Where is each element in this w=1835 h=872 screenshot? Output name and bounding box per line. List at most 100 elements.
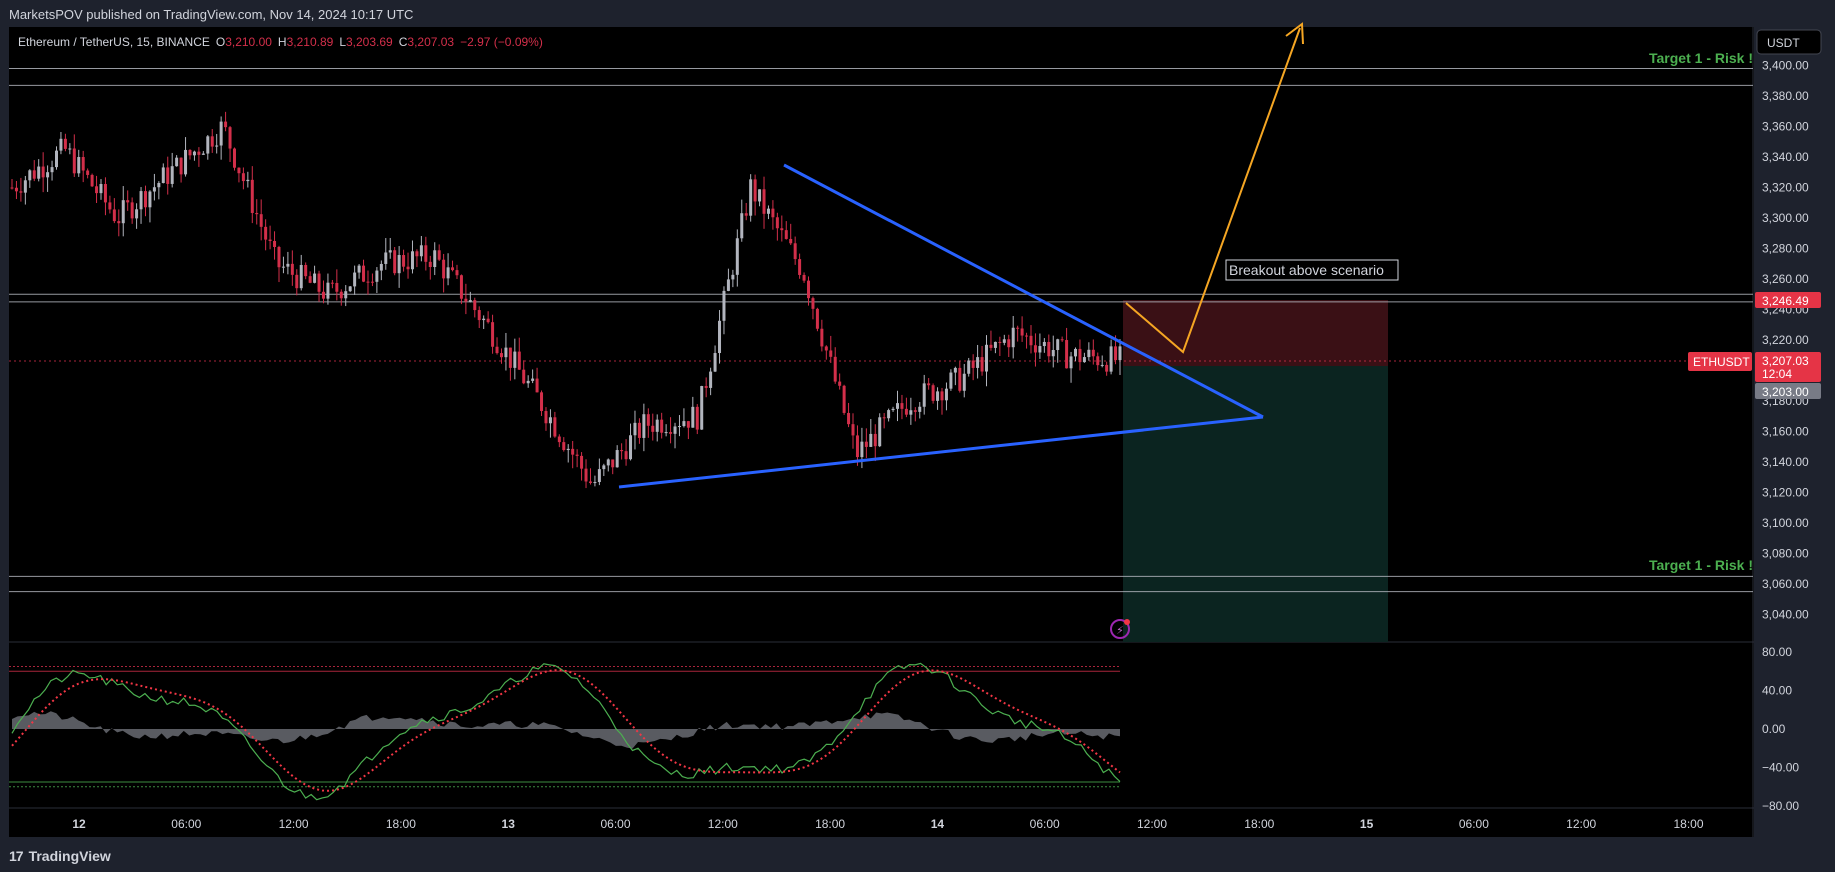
candle-body <box>815 308 819 329</box>
candle-body <box>775 217 779 229</box>
candle-body <box>375 270 379 282</box>
candle-body <box>46 172 50 178</box>
candle-body <box>651 425 655 432</box>
candle-body <box>597 469 601 483</box>
tradingview-footer[interactable]: 17 TradingView <box>9 846 111 866</box>
open-label: O <box>216 35 225 49</box>
candle-body <box>72 148 76 174</box>
oscillator-tick-label: 0.00 <box>1762 722 1786 736</box>
time-tick-label: 12:00 <box>1137 817 1167 831</box>
candle-body <box>860 441 864 458</box>
candle-body <box>415 251 419 257</box>
candle-body <box>1091 349 1095 357</box>
candle-body <box>237 167 241 174</box>
candle-body <box>584 468 588 482</box>
chart-canvas[interactable]: Breakout above scenario Target 1 - Risk … <box>0 0 1835 872</box>
candle-body <box>615 450 619 468</box>
candle-body <box>379 263 383 271</box>
candle-body <box>829 350 833 357</box>
candle-body <box>197 151 201 155</box>
candle-body <box>900 403 904 409</box>
candle-body <box>691 406 695 428</box>
candle-body <box>713 353 717 372</box>
candle-body <box>170 166 174 184</box>
candle-body <box>927 383 931 386</box>
candle-body <box>451 267 455 271</box>
oscillator-axis[interactable]: 80.00 40.00 0.00 −40.00 −80.00 <box>1762 645 1799 813</box>
candle-body <box>32 170 36 179</box>
candle-body <box>1047 341 1051 357</box>
candle-body <box>993 341 997 348</box>
candle-body <box>344 291 348 299</box>
candle-body <box>135 209 139 219</box>
oscillator-tick-label: 80.00 <box>1762 645 1792 659</box>
candle-body <box>121 200 125 224</box>
countdown-label: 12:04 <box>1762 367 1792 381</box>
candle-body <box>735 238 739 275</box>
price-axis[interactable]: 3,400.00 3,380.00 3,360.00 3,340.00 3,320.00… <box>1762 59 1809 622</box>
candle-body <box>281 266 285 268</box>
oscillator-tick-label: −80.00 <box>1762 799 1799 813</box>
candle-body <box>588 481 592 483</box>
price-tick-label: 3,080.00 <box>1762 547 1809 561</box>
candle-body <box>985 344 989 372</box>
candle-body <box>201 153 205 155</box>
candle-body <box>758 189 762 202</box>
candle-body <box>406 266 410 270</box>
candle-body <box>335 282 339 292</box>
candle-body <box>571 448 575 455</box>
candle-body <box>1096 356 1100 366</box>
candle-body <box>918 406 922 412</box>
candle-body <box>188 149 192 156</box>
candle-body <box>419 245 423 257</box>
candle-body <box>1011 327 1015 348</box>
candle-body <box>442 259 446 279</box>
candle-body <box>958 367 962 391</box>
candle-body <box>540 392 544 412</box>
candle-body <box>366 281 370 283</box>
candle-body <box>228 127 232 149</box>
candle-body <box>286 263 290 267</box>
candle-body <box>339 291 343 299</box>
candle-body <box>10 187 14 189</box>
candle-body <box>771 208 775 218</box>
candle-body <box>455 270 459 276</box>
candle-body <box>807 280 811 299</box>
candle-body <box>695 406 699 430</box>
candle-body <box>317 273 321 292</box>
candle-body <box>953 367 957 373</box>
scenario-label: Breakout above scenario <box>1229 262 1384 278</box>
candle-body <box>103 184 107 203</box>
candle-body <box>709 371 713 388</box>
candle-body <box>326 282 330 299</box>
candle-body <box>655 419 659 432</box>
stop-zone[interactable] <box>1123 366 1388 642</box>
candle-body <box>660 419 664 433</box>
candle-body <box>68 148 72 150</box>
change-value: −2.97 (−0.09%) <box>460 35 543 49</box>
candle-body <box>112 209 116 222</box>
low-value: 3,203.69 <box>346 35 393 49</box>
candle-body <box>508 347 512 368</box>
candle-body <box>847 412 851 425</box>
candle-body <box>393 250 397 274</box>
candle-body <box>896 403 900 409</box>
price-tick-label: 3,120.00 <box>1762 486 1809 500</box>
price-tick-label: 3,280.00 <box>1762 242 1809 256</box>
candle-body <box>677 426 681 428</box>
candle-body <box>784 230 788 239</box>
candle-body <box>998 341 1002 343</box>
time-tick-label: 18:00 <box>1673 817 1703 831</box>
candle-body <box>246 179 250 182</box>
target-upper-label: Target 1 - Risk ! <box>1649 50 1753 66</box>
candle-body <box>936 391 940 401</box>
price-tick-label: 3,340.00 <box>1762 150 1809 164</box>
target-zone[interactable] <box>1123 300 1388 366</box>
open-value: 3,210.00 <box>225 35 272 49</box>
candle-body <box>535 378 539 393</box>
candle-body <box>606 459 610 466</box>
candle-body <box>166 167 170 184</box>
candle-body <box>673 426 677 434</box>
candle-body <box>980 357 984 372</box>
candle-body <box>1029 335 1033 346</box>
